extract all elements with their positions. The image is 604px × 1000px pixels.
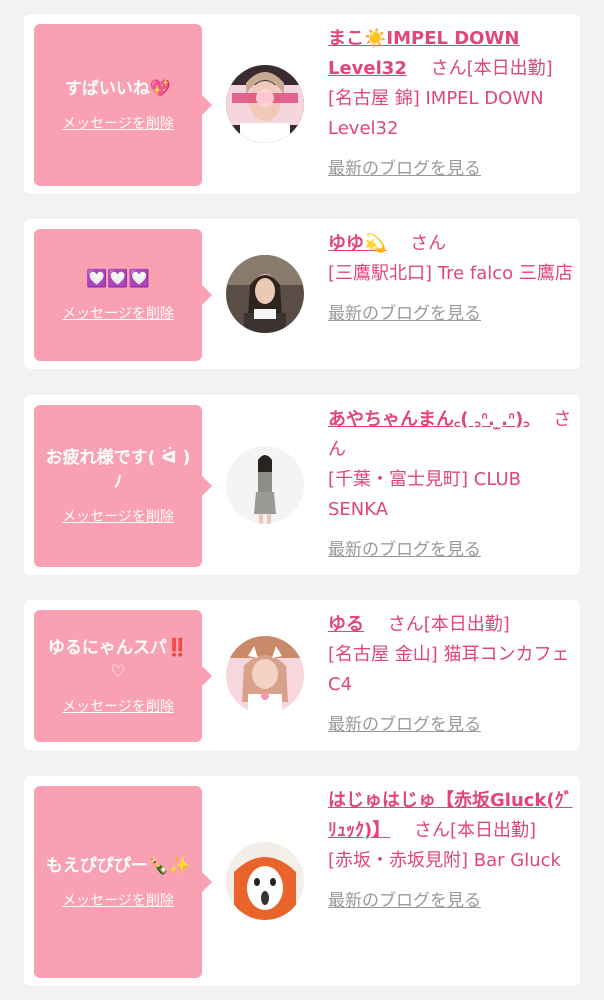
honorific: さん (412, 58, 467, 79)
delete-message-link[interactable]: メッセージを削除 (62, 696, 174, 716)
profile-photo-icon[interactable] (226, 842, 304, 920)
girl-info: ゆる さん[本日出勤] [名古屋 金山] 猫耳コンカフェ C4 最新のブログを見… (328, 610, 574, 740)
shop-name: [三鷹駅北口] Tre falco 三鷹店 (328, 263, 573, 284)
profile-photo-icon[interactable] (226, 65, 304, 143)
message-text: 💟💟💟 (86, 269, 150, 289)
girl-info: ゆゆ💫 さん [三鷹駅北口] Tre falco 三鷹店 最新のブログを見る (328, 229, 574, 329)
girl-info: はじゅはじゅ【赤坂Gluck(ｸﾞﾘｭｯｸ)】 さん[本日出勤] [赤坂・赤坂見… (328, 786, 574, 916)
shop-name: [名古屋 金山] 猫耳コンカフェ C4 (328, 644, 570, 695)
message-bubble: お疲れ様です( ᐛ )ﾉ メッセージを削除 (34, 405, 212, 567)
status-badge: [本日出勤] (466, 58, 553, 79)
message-card: すばいいね💖 メッセージを削除 まこ☀️IMPEL DOWN Level32 さ… (24, 14, 580, 194)
message-text: もえぴぴぴー🍾✨ (45, 856, 191, 876)
honorific: さん (392, 233, 447, 254)
message-text: すばいいね💖 (64, 79, 172, 99)
message-card: もえぴぴぴー🍾✨ メッセージを削除 はじゅはじゅ【赤坂Gluck(ｸﾞﾘｭｯｸ)… (24, 776, 580, 986)
message-feed: すばいいね💖 メッセージを削除 まこ☀️IMPEL DOWN Level32 さ… (0, 0, 604, 1000)
message-bubble: 💟💟💟 メッセージを削除 (34, 229, 212, 361)
message-card: 💟💟💟 メッセージを削除 ゆゆ💫 さん [三鷹駅北口] Tre falco 三鷹… (24, 219, 580, 369)
latest-blog-link[interactable]: 最新のブログを見る (328, 154, 574, 184)
delete-message-link[interactable]: メッセージを削除 (62, 113, 174, 133)
honorific: さん (395, 820, 450, 841)
message-text: ゆるにゃんスパ‼️♡ (47, 638, 189, 682)
message-bubble: すばいいね💖 メッセージを削除 (34, 24, 212, 186)
delete-message-link[interactable]: メッセージを削除 (62, 506, 174, 526)
honorific: さん (369, 614, 424, 635)
delete-message-link[interactable]: メッセージを削除 (62, 303, 174, 323)
girl-name-link[interactable]: あやちゃんまん꜀( ꜆ᐢ. ̫.ᐢ)꜆ (328, 409, 530, 430)
status-badge: [本日出勤] (449, 820, 537, 841)
delete-message-link[interactable]: メッセージを削除 (62, 890, 174, 910)
message-text: お疲れ様です( ᐛ )ﾉ (45, 448, 191, 492)
shop-name: [千葉・富士見町] CLUB SENKA (328, 469, 521, 520)
shop-name: [名古屋 錦] IMPEL DOWN Level32 (328, 88, 544, 139)
message-card: ゆるにゃんスパ‼️♡ メッセージを削除 ゆる さん[本日出勤] [名古屋 金山]… (24, 600, 580, 750)
message-bubble: もえぴぴぴー🍾✨ メッセージを削除 (34, 786, 212, 978)
message-bubble: ゆるにゃんスパ‼️♡ メッセージを削除 (34, 610, 212, 742)
profile-photo-icon[interactable] (226, 446, 304, 524)
girl-info: あやちゃんまん꜀( ꜆ᐢ. ̫.ᐢ)꜆ さん [千葉・富士見町] CLUB SE… (328, 405, 574, 565)
shop-name: [赤坂・赤坂見附] Bar Gluck (328, 850, 561, 871)
latest-blog-link[interactable]: 最新のブログを見る (328, 710, 574, 740)
girl-name-link[interactable]: ゆゆ💫 (328, 233, 386, 254)
latest-blog-link[interactable]: 最新のブログを見る (328, 535, 574, 565)
latest-blog-link[interactable]: 最新のブログを見る (328, 299, 574, 329)
profile-photo-icon[interactable] (226, 636, 304, 714)
profile-photo-icon[interactable] (226, 255, 304, 333)
latest-blog-link[interactable]: 最新のブログを見る (328, 886, 574, 916)
girl-name-link[interactable]: ゆる (328, 614, 364, 635)
status-badge: [本日出勤] (423, 614, 510, 635)
girl-info: まこ☀️IMPEL DOWN Level32 さん[本日出勤] [名古屋 錦] … (328, 24, 574, 184)
message-card: お疲れ様です( ᐛ )ﾉ メッセージを削除 あやちゃんまん꜀( ꜆ᐢ. ̫.ᐢ)… (24, 395, 580, 575)
